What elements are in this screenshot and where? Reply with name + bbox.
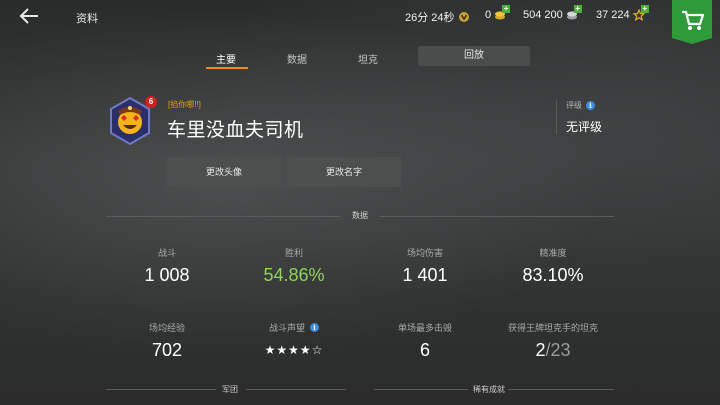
tab-main[interactable]: 主要 [216, 51, 236, 66]
active-tab-indicator [206, 67, 248, 69]
add-credits-icon[interactable]: + [573, 5, 582, 13]
info-icon[interactable]: i [310, 323, 319, 332]
stat-wins-label: 胜利 [284, 248, 303, 258]
star-xp-icon: + [632, 5, 649, 22]
rating-divider [556, 100, 557, 134]
clan-section-title: 军团 [222, 385, 238, 394]
divider [106, 389, 216, 390]
stat-battles-value: 1 008 [144, 265, 190, 285]
ace-tanks-total: /23 [545, 340, 571, 360]
tab-tanks[interactable]: 坦克 [358, 51, 378, 66]
back-arrow-icon[interactable] [18, 6, 40, 26]
rating-value: 无评级 [566, 120, 603, 134]
stat-max-kills-value: 6 [419, 340, 430, 360]
ace-tanks-count: 2 [535, 340, 546, 360]
stat-ace-tanks-value: 2/23 [483, 340, 623, 361]
divider [106, 216, 340, 217]
stat-max-kills-label: 单场最多击毁 [397, 323, 452, 333]
page-title: 资料 [76, 13, 98, 25]
level-badge: 6 [145, 96, 157, 108]
rating-label: 评级 i [566, 100, 595, 111]
free-xp-balance[interactable]: 37 224 + [596, 5, 649, 22]
gold-value: 0 [485, 9, 492, 21]
free-xp-value: 37 224 [596, 9, 630, 21]
stats-section-header: 数据 [106, 210, 614, 222]
divider [374, 389, 468, 390]
stat-reputation-label-text: 战斗声望 [268, 323, 305, 333]
player-name: 车里没血夫司机 [167, 120, 304, 141]
divider [508, 389, 614, 390]
add-free-xp-icon[interactable]: + [640, 5, 649, 13]
rating-label-text: 评级 [566, 101, 582, 110]
replay-button[interactable]: 回放 [418, 46, 530, 66]
clan-tag[interactable]: [掐你哪!!] [168, 99, 201, 110]
stat-avg-damage-label: 场均伤害 [406, 248, 443, 258]
stat-avg-damage-value: 1 401 [402, 265, 448, 285]
change-name-button[interactable]: 更改名字 [287, 157, 401, 187]
gold-icon: + [494, 5, 511, 21]
shop-cart-button[interactable] [672, 0, 712, 44]
add-gold-icon[interactable]: + [502, 5, 511, 13]
premium-icon [458, 12, 469, 22]
stat-accuracy-value: 83.10% [522, 265, 584, 285]
change-avatar-button[interactable]: 更改头像 [167, 157, 281, 187]
top-bar: 资料 26分 24秒 0 + 504 200 + 37 224 + [0, 0, 720, 44]
stat-wins-value: 54.86% [263, 265, 325, 285]
divider [246, 389, 346, 390]
stat-ace-tanks-label: 获得王牌坦克手的坦克 [507, 323, 598, 333]
reputation-stars: ★★★★☆ [264, 343, 324, 357]
timer-text: 26分 24秒 [405, 12, 455, 24]
profile-tabs: 主要 数据 坦克 [0, 44, 720, 74]
stats-section-title: 数据 [352, 211, 368, 220]
rare-achievements-title: 稀有成就 [473, 385, 505, 394]
credits-value: 504 200 [523, 9, 563, 21]
stat-accuracy-label: 精准度 [539, 248, 567, 258]
credits-icon: + [566, 5, 582, 21]
divider [380, 216, 614, 217]
stat-battles-label: 战斗 [157, 248, 176, 258]
stat-avg-xp-label: 场均经验 [148, 323, 185, 333]
gold-balance[interactable]: 0 + [485, 5, 511, 21]
credits-balance[interactable]: 504 200 + [523, 5, 582, 21]
stat-avg-xp-value: 702 [151, 340, 183, 360]
timer: 26分 24秒 [405, 9, 470, 25]
stat-reputation-label: 战斗声望 i [224, 321, 364, 334]
tab-stats[interactable]: 数据 [287, 51, 307, 66]
info-icon[interactable]: i [586, 101, 595, 110]
